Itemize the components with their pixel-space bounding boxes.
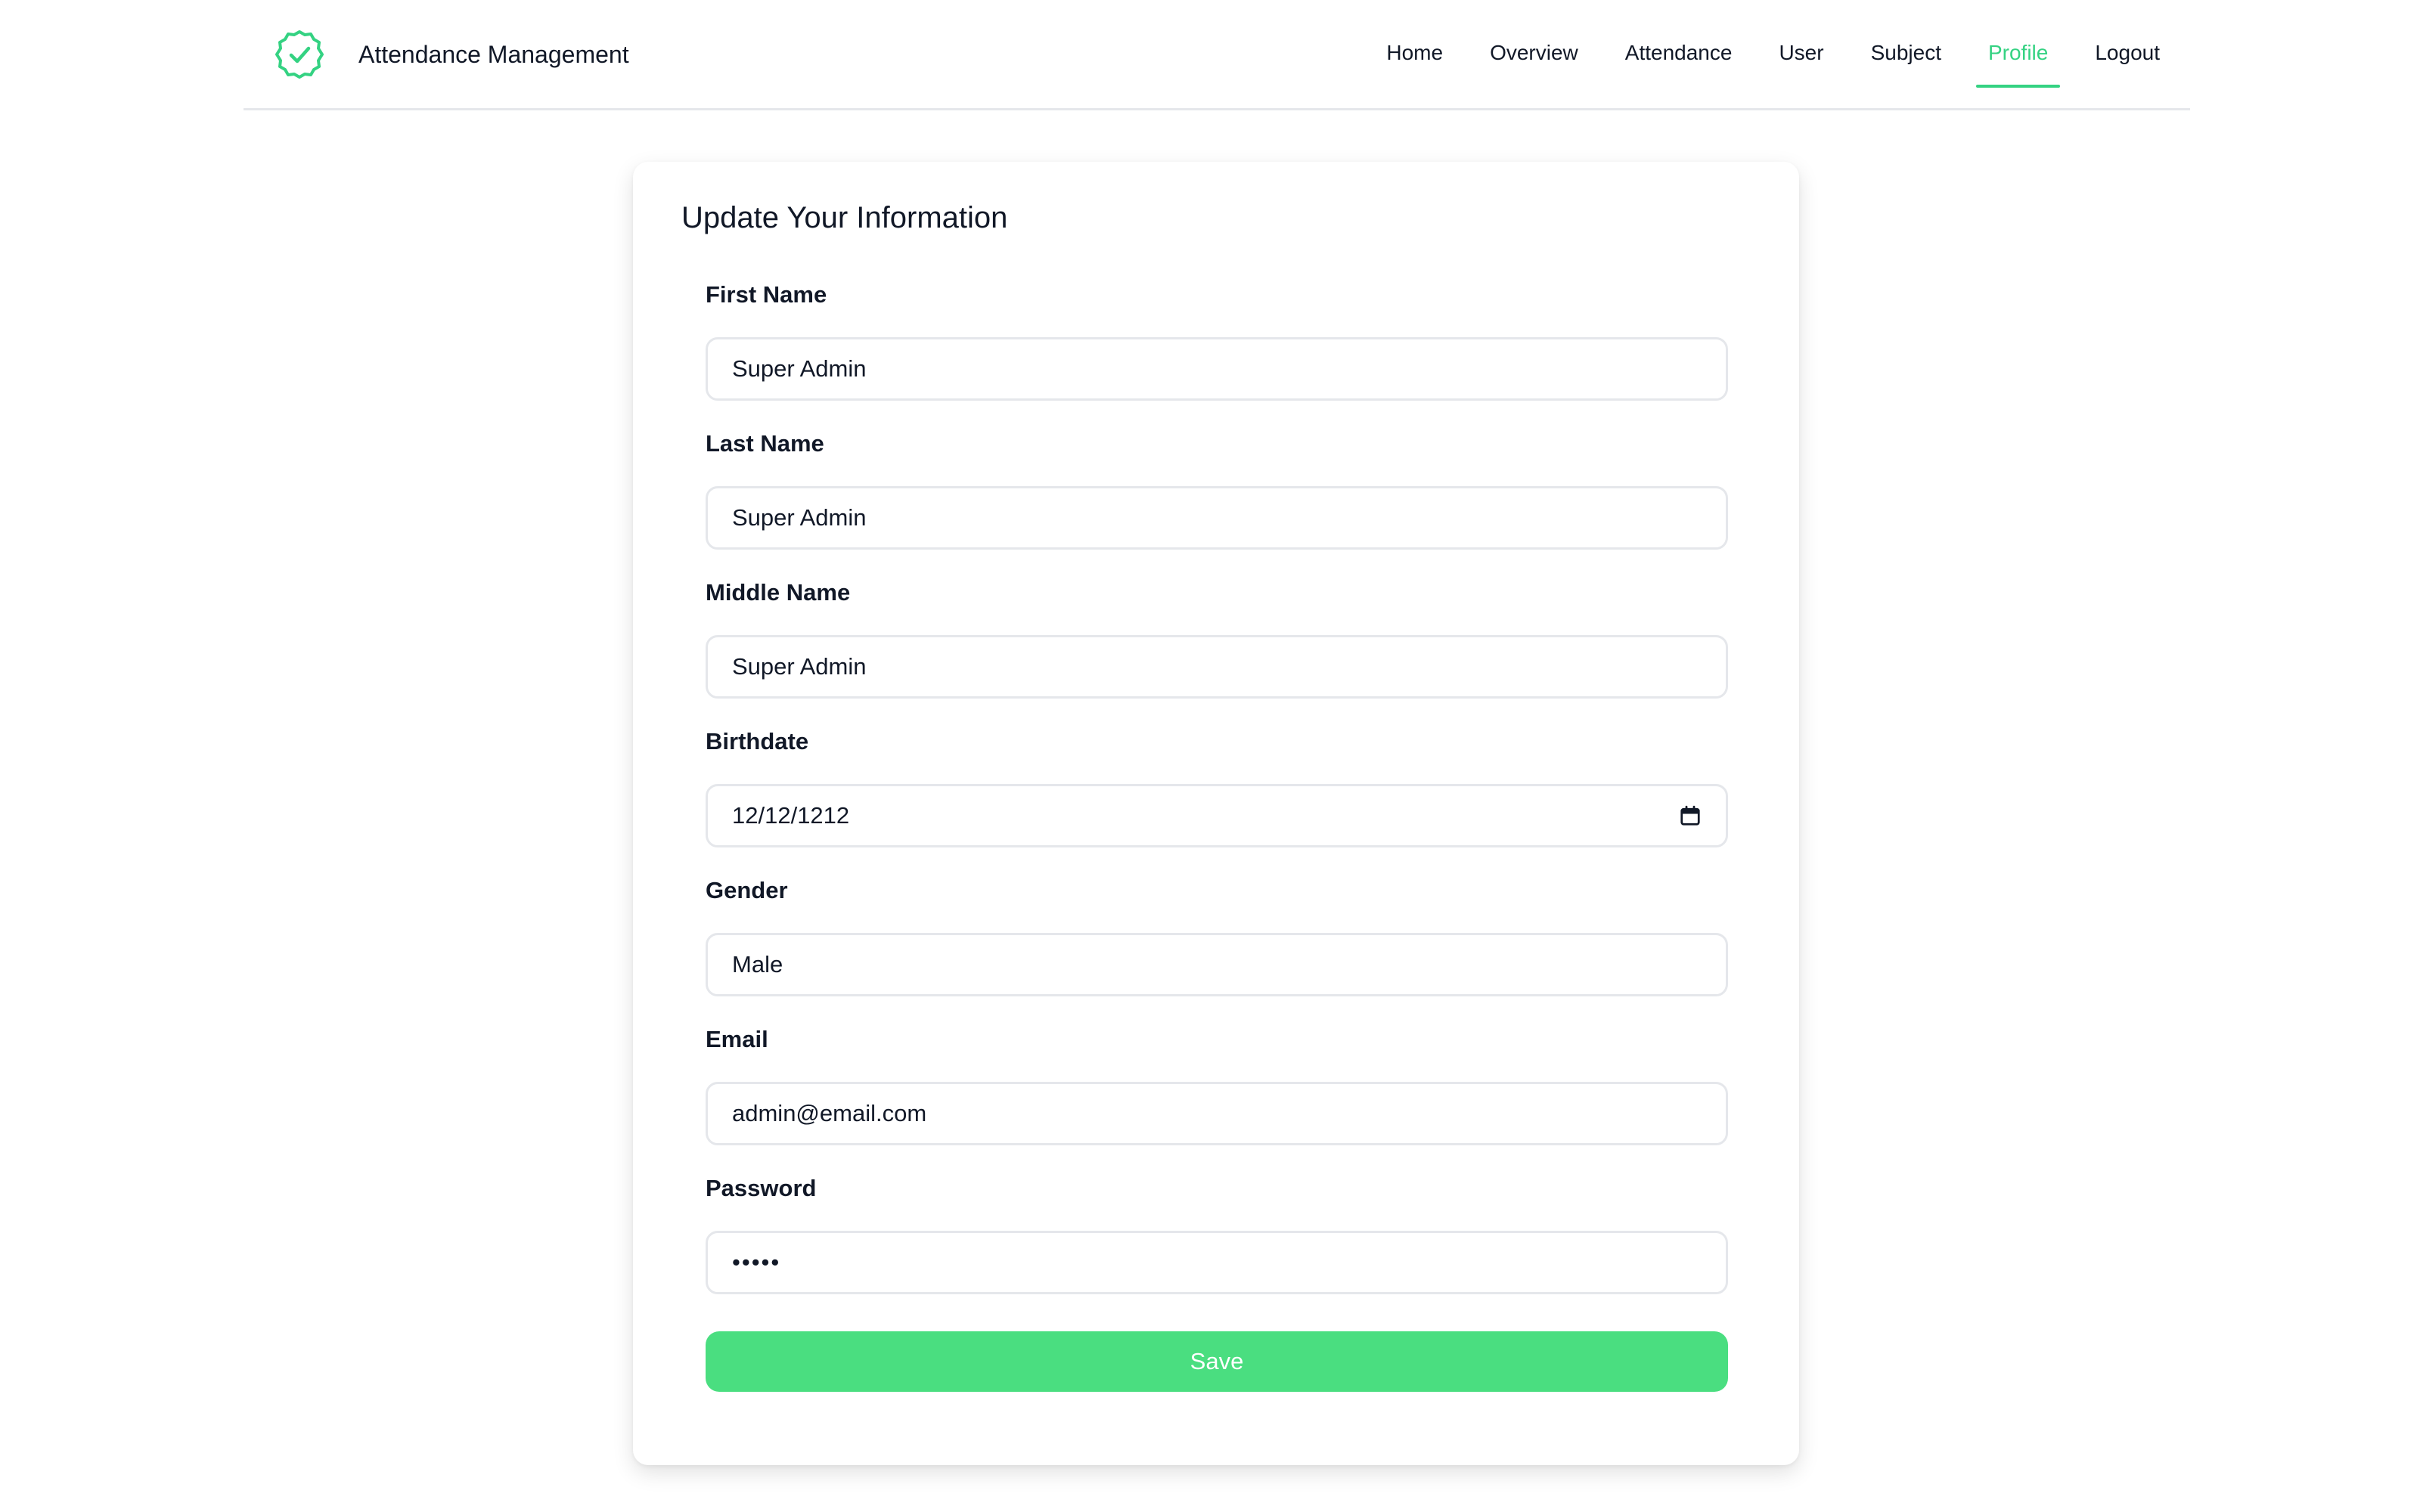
- middle-name-input[interactable]: [706, 635, 1728, 699]
- birthdate-label: Birthdate: [706, 728, 809, 754]
- nav-item-profile[interactable]: Profile: [1975, 30, 2061, 88]
- form-title: Update Your Information: [681, 201, 1008, 234]
- check-badge-icon: [272, 27, 327, 82]
- email-field: Email: [706, 1026, 1728, 1175]
- gender-input[interactable]: [706, 933, 1728, 996]
- nav-item-overview[interactable]: Overview: [1478, 30, 1590, 85]
- main-nav: Home Overview Attendance User Subject Pr…: [1351, 30, 2172, 88]
- app-title: Attendance Management: [358, 40, 629, 68]
- password-label: Password: [706, 1175, 817, 1201]
- email-input[interactable]: [706, 1082, 1728, 1145]
- middle-name-field: Middle Name: [706, 579, 1728, 728]
- first-name-input[interactable]: [706, 337, 1728, 401]
- birthdate-field: Birthdate 12/12/1212: [706, 728, 1728, 877]
- password-field: Password •••••: [706, 1175, 1728, 1324]
- nav-item-logout[interactable]: Logout: [2083, 30, 2172, 85]
- password-input[interactable]: •••••: [706, 1231, 1728, 1294]
- last-name-field: Last Name: [706, 430, 1728, 579]
- first-name-field: First Name: [706, 281, 1728, 430]
- gender-label: Gender: [706, 877, 788, 903]
- password-value: •••••: [732, 1249, 781, 1275]
- profile-form-card: Update Your Information First Name Last …: [633, 162, 1799, 1465]
- top-navbar: Attendance Management Home Overview Atte…: [244, 0, 2190, 110]
- middle-name-label: Middle Name: [706, 579, 851, 606]
- nav-item-home[interactable]: Home: [1374, 30, 1455, 85]
- last-name-label: Last Name: [706, 430, 824, 457]
- calendar-icon[interactable]: [1679, 804, 1702, 827]
- last-name-input[interactable]: [706, 486, 1728, 550]
- nav-item-user[interactable]: User: [1767, 30, 1835, 85]
- gender-field: Gender: [706, 877, 1728, 1026]
- nav-item-attendance[interactable]: Attendance: [1613, 30, 1745, 85]
- save-button[interactable]: Save: [706, 1331, 1728, 1392]
- brand[interactable]: Attendance Management: [272, 27, 629, 82]
- birthdate-input[interactable]: 12/12/1212: [706, 784, 1728, 847]
- first-name-label: First Name: [706, 281, 827, 308]
- update-info-form: First Name Last Name Middle Name Birthda…: [706, 281, 1728, 1324]
- email-label: Email: [706, 1026, 768, 1052]
- birthdate-value: 12/12/1212: [732, 802, 850, 829]
- nav-item-subject[interactable]: Subject: [1859, 30, 1953, 85]
